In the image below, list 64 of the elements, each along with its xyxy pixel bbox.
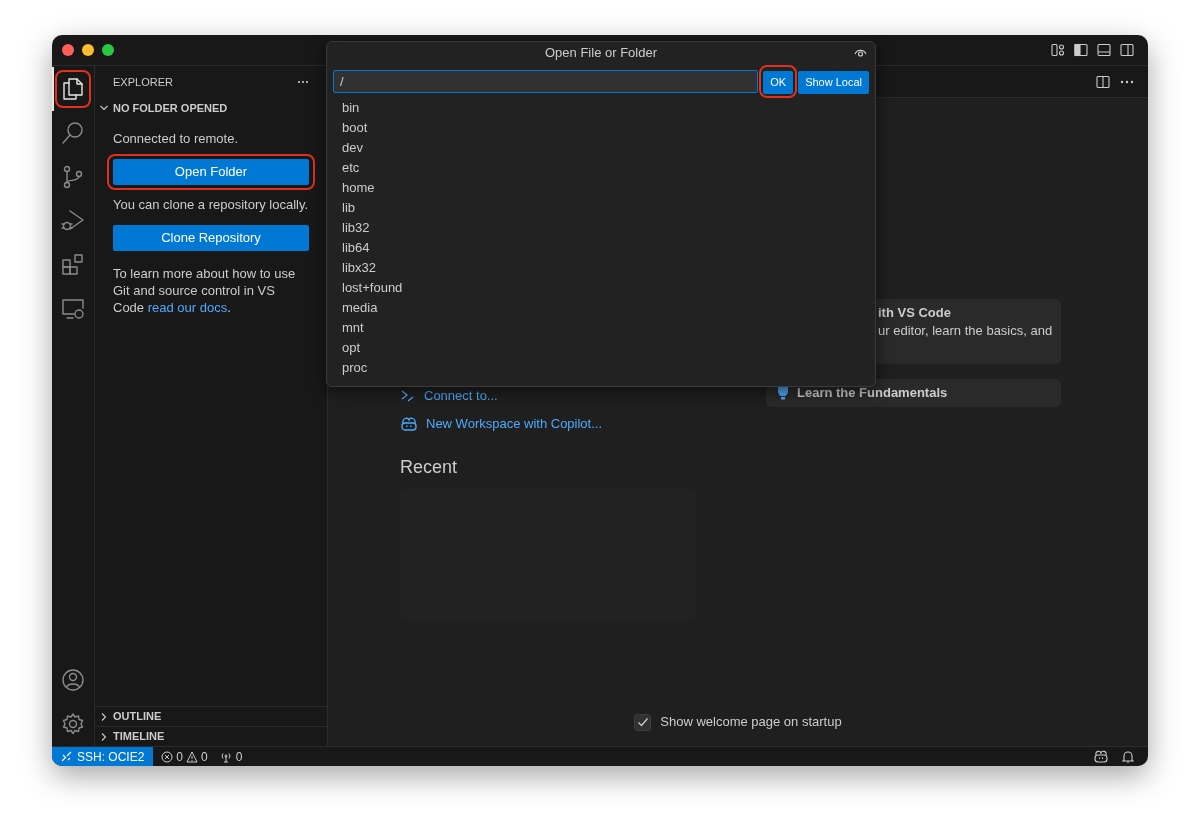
start-link[interactable]: Connect to... [424,386,498,406]
sidebar-button[interactable]: Clone Repository [113,225,309,251]
remote-icon [400,388,416,404]
walkthrough-title: Learn the Fundamentals [797,384,948,403]
ports-indicator[interactable]: 0 [219,747,243,766]
error-icon [161,750,174,763]
account-icon[interactable] [61,668,85,692]
dialog-title: Open File or Folder [545,44,657,63]
zoom-button[interactable] [102,44,114,56]
problems-indicator[interactable]: 0 0 [161,747,208,766]
sidebar-title: EXPLORER [113,74,173,90]
folder-list-item[interactable]: home [327,177,875,198]
minimize-button[interactable] [82,44,94,56]
antenna-icon [219,750,232,763]
folder-list-item[interactable]: lib [327,197,875,218]
search-icon[interactable] [61,121,85,145]
folder-list-item[interactable]: lost+found [327,277,875,298]
copilot-icon [400,416,418,432]
error-count: 0 [176,748,184,766]
folder-list-item[interactable]: bin [327,97,875,118]
play-bug-icon[interactable] [61,209,85,233]
warning-icon [186,750,199,763]
walkthrough-description: ur editor, learn the basics, and [878,322,1054,340]
info-text: You can clone a repository locally. [113,196,309,214]
eye-icon[interactable] [854,47,867,57]
checkbox[interactable] [634,713,652,731]
folder-list-item[interactable]: lib64 [327,237,875,258]
settings-icon[interactable] [61,712,85,736]
more-actions-icon[interactable] [1120,79,1134,84]
copilot-icon[interactable] [1094,750,1108,763]
branch-icon[interactable] [61,165,85,189]
dialog-button[interactable]: Show Local [798,70,869,94]
sidebar-button[interactable]: Open Folder [113,159,309,185]
monitor-icon[interactable] [61,297,85,321]
folder-list-item[interactable]: libx32 [327,257,875,278]
section-header[interactable]: OUTLINE [95,706,327,726]
path-input-field[interactable]: / [333,69,759,93]
folder-list-item[interactable]: boot [327,117,875,138]
recent-heading: Recent [400,456,459,479]
remote-indicator[interactable]: SSH: OCIE2 [52,747,154,766]
folder-list-item[interactable]: dev [327,137,875,158]
split-editor-icon[interactable] [1096,74,1110,89]
section-header[interactable]: TIMELINE [95,726,327,746]
bulb-icon [778,386,788,400]
folder-list-item[interactable]: etc [327,157,875,178]
secondary-sidebar-toggle-icon[interactable] [1120,43,1134,57]
walkthrough-title: ith VS Code [878,305,952,321]
more-actions-icon[interactable] [297,80,309,84]
section-header[interactable]: NO FOLDER OPENED [95,98,327,118]
bell-icon[interactable] [1122,750,1134,763]
dialog-button[interactable]: OK [763,70,794,94]
panel-toggle-icon[interactable] [1097,43,1111,57]
extensions-icon[interactable] [61,253,85,277]
checkbox-label: Show welcome page on startup [660,713,842,732]
customize-layout-icon[interactable] [1051,43,1065,57]
start-link[interactable]: New Workspace with Copilot... [426,414,603,434]
folder-list-item[interactable]: lib32 [327,217,875,238]
close-button[interactable] [62,44,74,56]
info-text: Connected to remote. [113,130,240,148]
check-icon [636,716,649,728]
help-paragraph: To learn more about how to use Git and source control in VS Code read our docs. [113,265,297,316]
files-icon[interactable] [61,77,85,101]
sidebar-toggle-icon[interactable] [1074,43,1088,57]
warning-count: 0 [201,748,208,766]
